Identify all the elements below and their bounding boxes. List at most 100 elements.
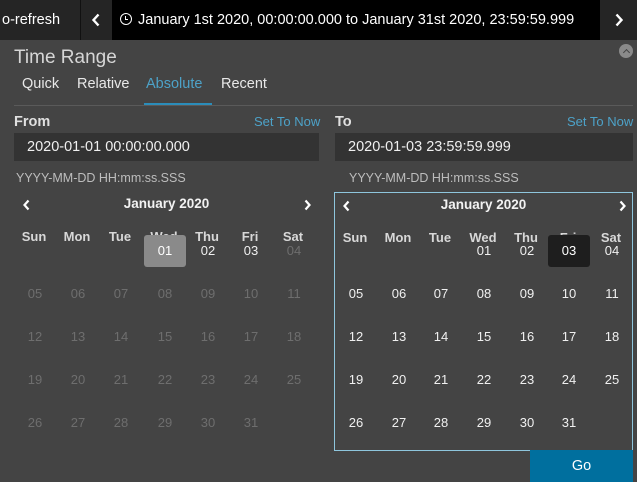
day-cell[interactable]: 24 [548,364,590,396]
day-cell[interactable]: 28 [100,407,142,439]
day-cell[interactable]: 11 [273,278,315,310]
day-cell[interactable]: 10 [230,278,272,310]
go-button[interactable]: Go [530,450,633,482]
from-set-to-now-link[interactable]: Set To Now [254,114,320,129]
day-cell[interactable]: 15 [463,321,505,353]
tab-recent[interactable]: Recent [221,76,267,104]
day-cell[interactable]: 05 [335,278,377,310]
to-datetime-input[interactable] [335,133,633,161]
to-title: To [335,114,352,130]
time-back-button[interactable] [81,0,111,40]
day-cell[interactable]: 06 [378,278,420,310]
day-cell[interactable]: 25 [591,364,633,396]
clock-icon [120,13,132,25]
day-cell[interactable]: 27 [378,407,420,439]
tab-quick[interactable]: Quick [22,76,59,104]
day-cell[interactable]: 24 [230,364,272,396]
to-calendar: January 2020 SunMonTueWedThuFriSat 01020… [334,192,633,451]
day-cell[interactable]: 02 [187,235,229,267]
tab-relative[interactable]: Relative [77,76,129,104]
day-cell[interactable]: 15 [144,321,186,353]
day-cell[interactable]: 16 [506,321,548,353]
to-set-to-now-link[interactable]: Set To Now [567,114,633,129]
day-cell[interactable]: 04 [591,235,633,267]
day-cell[interactable]: 28 [420,407,462,439]
day-cell[interactable]: 17 [548,321,590,353]
day-cell[interactable]: 01 [463,235,505,267]
day-cell-selected[interactable]: 03 [548,235,590,267]
day-cell[interactable]: 18 [273,321,315,353]
day-cell[interactable]: 23 [187,364,229,396]
day-cell[interactable]: 06 [57,278,99,310]
time-range-text: January 1st 2020, 00:00:00.000 to Januar… [138,12,575,28]
day-cell[interactable]: 19 [335,364,377,396]
to-calendar-header: January 2020 [335,193,632,219]
to-calendar-month: January 2020 [440,197,527,212]
panel-title: Time Range [14,47,117,68]
day-cell[interactable]: 29 [144,407,186,439]
chevron-right-icon [619,200,626,212]
day-cell[interactable]: 20 [57,364,99,396]
day-cell[interactable]: 09 [506,278,548,310]
day-cell[interactable]: 25 [273,364,315,396]
day-cell[interactable]: 14 [100,321,142,353]
from-calendar-month: January 2020 [123,196,210,211]
day-cell[interactable]: 20 [378,364,420,396]
from-format-hint: YYYY-MM-DD HH:mm:ss.SSS [16,171,186,185]
time-forward-button[interactable] [600,0,637,40]
day-cell[interactable]: 22 [463,364,505,396]
day-cell[interactable]: 21 [100,364,142,396]
day-cell[interactable]: 30 [187,407,229,439]
from-next-month-button[interactable] [297,195,317,215]
day-cell[interactable]: 05 [14,278,56,310]
chevron-left-icon [91,13,100,27]
day-cell[interactable]: 13 [57,321,99,353]
tab-absolute[interactable]: Absolute [146,76,202,104]
day-cell[interactable]: 31 [548,407,590,439]
day-cell[interactable]: 10 [548,278,590,310]
day-cell[interactable]: 31 [230,407,272,439]
day-cell[interactable]: 12 [335,321,377,353]
day-cell[interactable]: 03 [230,235,272,267]
weekday-header: Sun [21,229,47,244]
time-range-panel: Time Range Quick Relative Absolute Recen… [0,40,637,482]
day-cell[interactable]: 13 [378,321,420,353]
day-cell[interactable]: 21 [420,364,462,396]
day-cell[interactable]: 30 [506,407,548,439]
day-cell[interactable]: 09 [187,278,229,310]
day-cell[interactable]: 12 [14,321,56,353]
day-cell[interactable]: 23 [506,364,548,396]
top-toolbar: o-refresh January 1st 2020, 00:00:00.000… [0,0,637,40]
from-title: From [14,114,51,130]
day-cell[interactable]: 02 [506,235,548,267]
day-cell[interactable]: 07 [100,278,142,310]
day-cell[interactable]: 14 [420,321,462,353]
from-datetime-input[interactable] [14,133,319,161]
day-cell[interactable]: 16 [187,321,229,353]
chevron-up-icon[interactable] [619,44,633,58]
day-cell[interactable]: 22 [144,364,186,396]
weekday-header: Sun [342,230,368,245]
day-cell-selected[interactable]: 01 [144,235,186,267]
day-cell[interactable]: 17 [230,321,272,353]
day-cell[interactable]: 18 [591,321,633,353]
day-cell[interactable]: 04 [273,235,315,267]
chevron-right-icon [304,199,311,211]
tabs-divider [14,105,633,106]
time-range-display[interactable]: January 1st 2020, 00:00:00.000 to Januar… [112,0,600,40]
day-cell[interactable]: 08 [463,278,505,310]
day-cell[interactable]: 07 [420,278,462,310]
day-cell[interactable]: 11 [591,278,633,310]
weekday-header: Mon [384,230,412,245]
to-next-month-button[interactable] [612,196,632,216]
day-cell[interactable]: 29 [463,407,505,439]
day-cell[interactable]: 26 [335,407,377,439]
day-cell[interactable]: 26 [14,407,56,439]
weekday-header: Tue [428,230,452,245]
day-cell[interactable]: 27 [57,407,99,439]
day-cell[interactable]: 19 [14,364,56,396]
from-calendar-header: January 2020 [14,192,319,218]
day-cell[interactable]: 08 [144,278,186,310]
time-forward-arrow [604,0,634,40]
auto-refresh-button[interactable]: o-refresh [0,0,80,40]
